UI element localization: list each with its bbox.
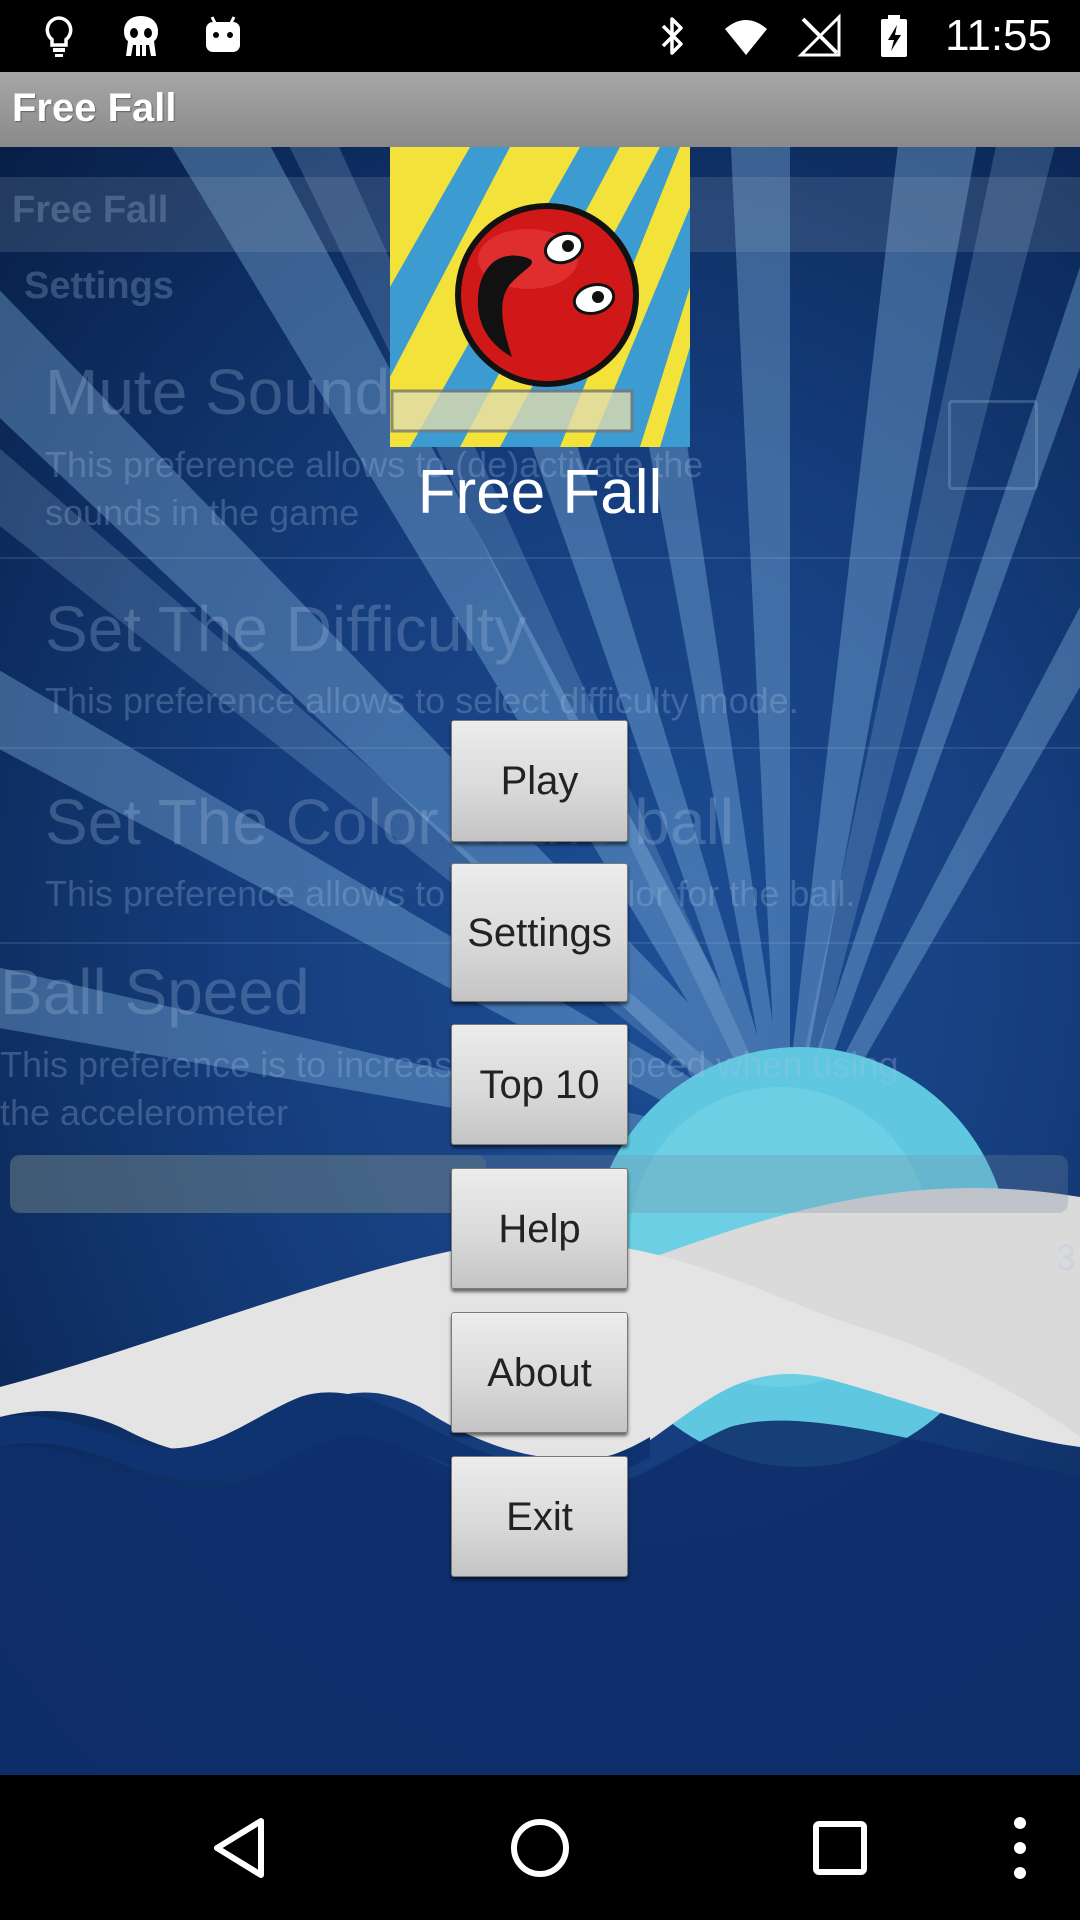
ghost-item-summary: This preference allows to select difficu… — [45, 680, 799, 721]
recents-icon[interactable] — [805, 1813, 875, 1883]
ghost-item-title: Mute Sound — [45, 356, 391, 428]
clock: 11:55 — [945, 11, 1052, 60]
navigation-bar — [0, 1775, 1080, 1920]
settings-button[interactable]: Settings — [451, 863, 628, 1002]
ghost-category: Settings — [24, 265, 174, 307]
exit-button[interactable]: Exit — [451, 1456, 628, 1577]
play-button[interactable]: Play — [451, 720, 628, 842]
wifi-icon — [725, 20, 768, 55]
ghost-item-title: Set The Difficulty — [45, 593, 527, 665]
status-right-icons: 11:55 — [649, 10, 1052, 62]
overflow-menu-icon[interactable] — [985, 1813, 1055, 1883]
android-icon — [206, 16, 240, 52]
lightbulb-icon — [45, 16, 73, 57]
main-content: Free Fall Settings Mute Sound This prefe… — [0, 147, 1080, 1775]
home-icon[interactable] — [505, 1813, 575, 1883]
app-title: Free Fall — [12, 86, 177, 130]
no-signal-icon — [797, 13, 841, 57]
status-bar: 11:55 — [0, 0, 1080, 72]
ghost-header-title: Free Fall — [12, 189, 169, 231]
status-left-icons — [36, 10, 246, 62]
bluetooth-icon — [661, 17, 683, 55]
app-name-heading: Free Fall — [417, 458, 663, 527]
ghost-item-title: Ball Speed — [0, 956, 310, 1028]
back-icon[interactable] — [205, 1813, 275, 1883]
ghost-divider — [0, 557, 1080, 559]
action-bar: Free Fall — [0, 72, 1080, 147]
ghost-item-summary: This preference is to increase the ball … — [0, 1044, 899, 1085]
ghost-seek-value: 3 — [1056, 1237, 1077, 1278]
top10-button[interactable]: Top 10 — [451, 1024, 628, 1145]
ghost-item-summary: the accelerometer — [0, 1092, 289, 1133]
ghost-seekbar-progress — [10, 1155, 486, 1213]
about-button[interactable]: About — [451, 1312, 628, 1433]
app-logo-image — [390, 147, 690, 447]
battery-icon — [881, 15, 908, 57]
ghost-item-title: Set The Color of the ball — [45, 786, 734, 858]
alien-icon — [124, 16, 158, 56]
help-button[interactable]: Help — [451, 1168, 628, 1289]
